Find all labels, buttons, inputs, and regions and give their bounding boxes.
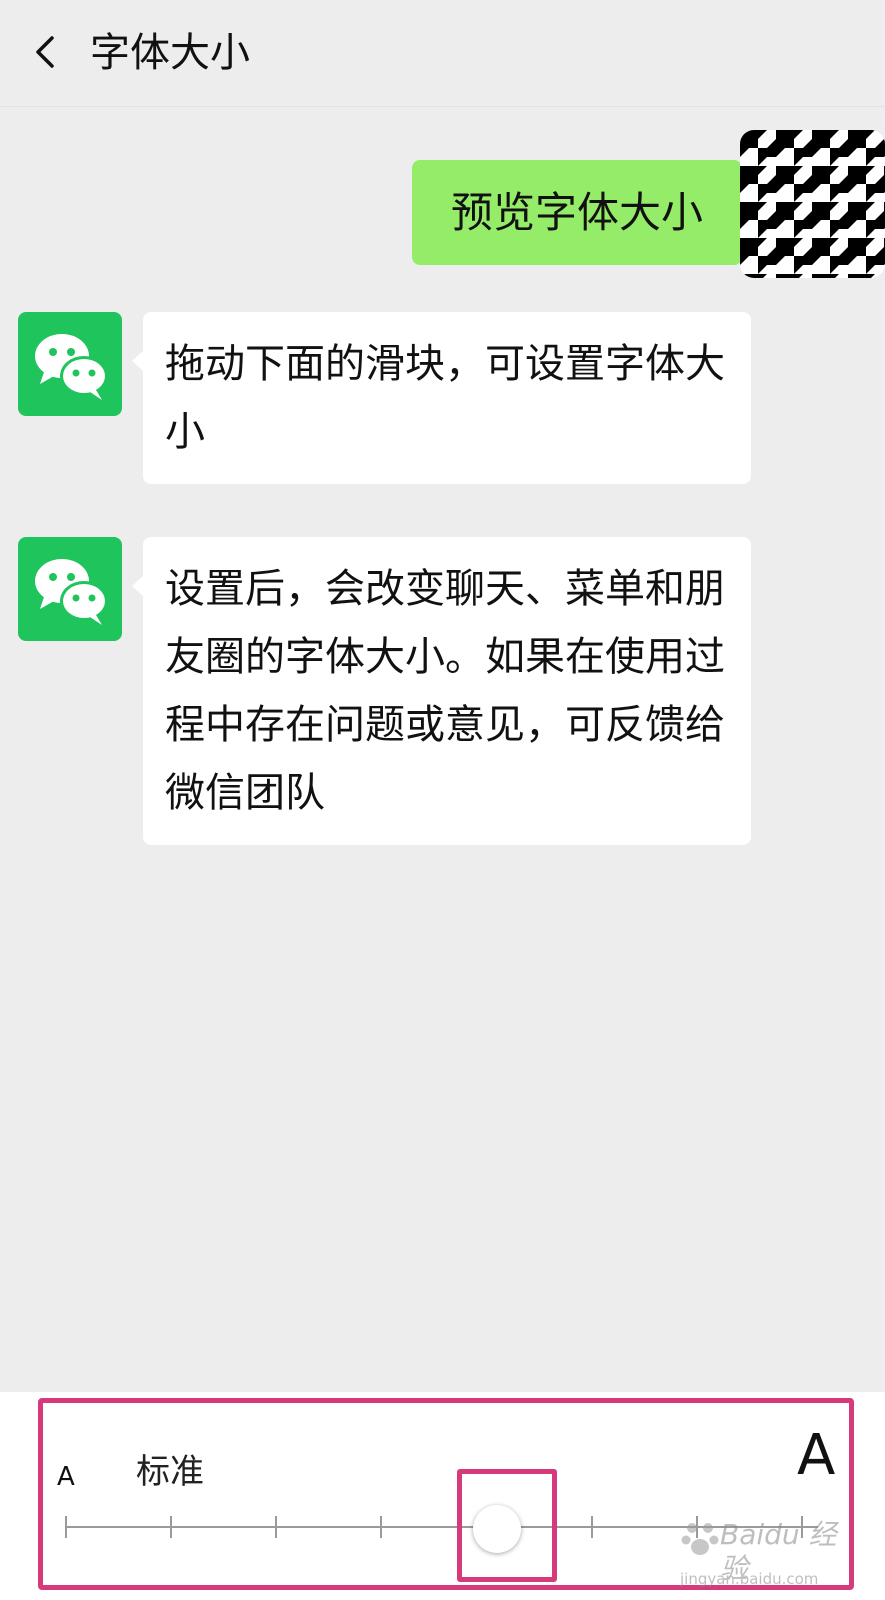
my-message-bubble: 预览字体大小: [412, 160, 753, 265]
back-button[interactable]: [22, 26, 74, 78]
tip-message-bubble-2: 设置后，会改变聊天、菜单和朋友圈的字体大小。如果在使用过程中存在问题或意见，可反…: [132, 537, 751, 845]
wechat-team-avatar[interactable]: [18, 537, 122, 641]
top-bar: 字体大小: [0, 0, 885, 107]
wechat-team-avatar[interactable]: [18, 312, 122, 416]
chevron-left-icon: [36, 36, 54, 68]
wechat-logo-icon: [35, 559, 108, 625]
houndstooth-avatar-image: [740, 130, 885, 278]
paw-icon: [681, 1523, 719, 1555]
page-title: 字体大小: [90, 30, 250, 76]
tip-message-bubble-1: 拖动下面的滑块，可设置字体大小: [132, 312, 751, 484]
watermark-url: jingyan.baidu.com: [680, 1570, 819, 1588]
annotation-highlight-thumb: [457, 1469, 557, 1582]
wechat-logo-icon: [35, 334, 108, 400]
my-avatar[interactable]: [740, 130, 885, 278]
baidu-watermark: Baidu 经验 jingyan.baidu.com: [680, 1518, 848, 1590]
